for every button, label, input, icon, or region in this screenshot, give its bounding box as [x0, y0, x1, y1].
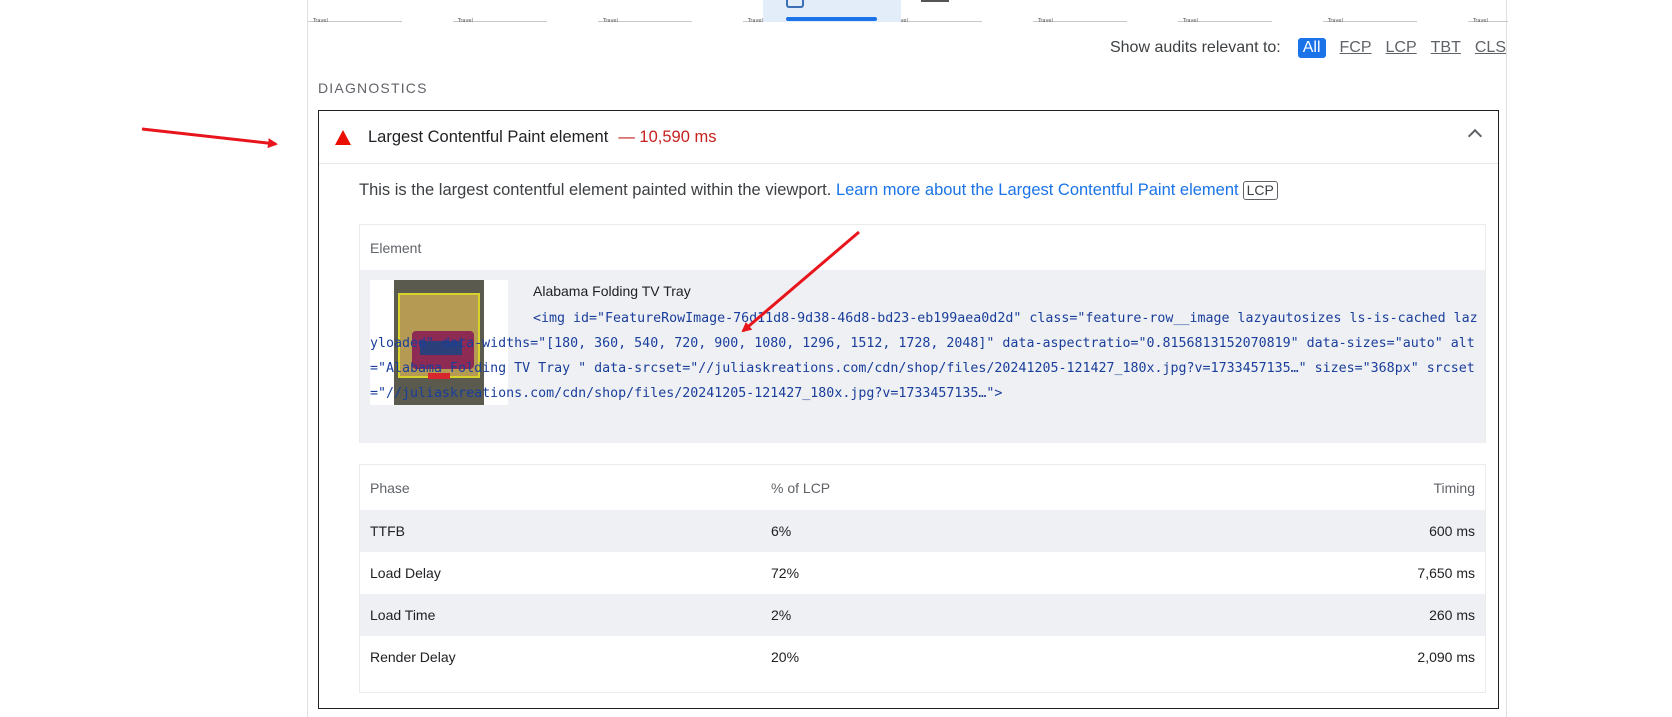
annotation-arrow-element — [741, 230, 860, 333]
annotation-arrow-left — [141, 127, 278, 149]
annotation-overlay — [141, 127, 860, 333]
